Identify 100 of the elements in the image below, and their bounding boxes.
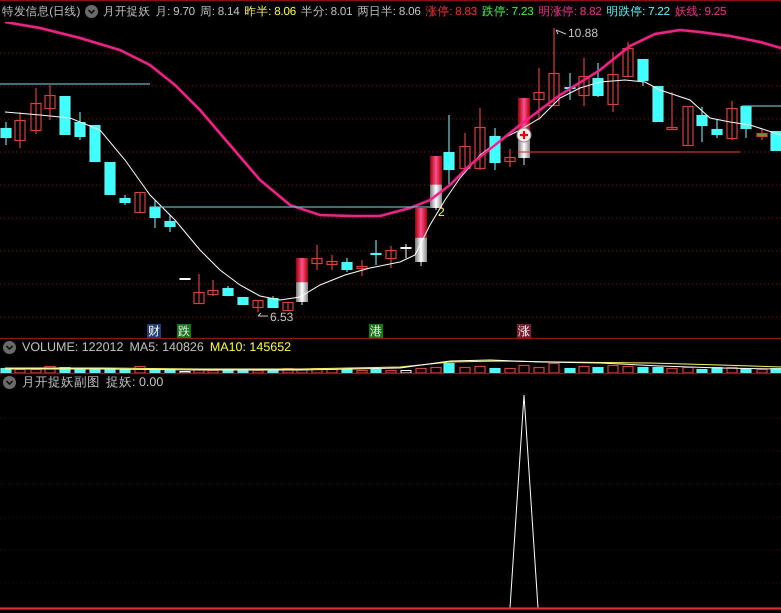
volume-bar [696,369,708,373]
indicator-reading: 明跌停: 7.22 [606,4,670,19]
indicator-reading: 跌停: 7.23 [482,4,534,19]
volume-bar [518,365,530,373]
chart-title: 特发信息(日线) [2,4,80,19]
event-tag[interactable]: 港 [369,324,383,338]
event-tag[interactable]: 跌 [177,324,191,338]
volume-bar [726,367,738,373]
volume-bar [120,369,130,373]
volume-bar [652,367,664,373]
volume-bar [150,369,160,373]
candlestick [415,208,427,266]
candlestick [120,194,130,206]
high-price-label: 10.88 [568,27,598,40]
candlestick [592,62,604,98]
volume-bar [74,369,86,373]
volume-bar [312,368,322,373]
volume-bar [134,366,146,373]
candlestick [60,96,70,136]
volume-bar [222,370,234,373]
volume-bar [770,368,781,373]
volume-reading: MA10: 145652 [210,340,292,354]
candlestick [460,132,470,170]
candlestick [652,86,664,122]
candlestick [74,112,86,140]
volume-bar [460,367,470,373]
volume-bar [268,370,278,373]
candlestick [370,240,382,266]
volume-bar [238,369,248,373]
volume-bar [44,366,56,373]
candlestick [386,246,396,268]
indicator-reading: 两日半: 8.06 [357,4,421,19]
candlestick [282,302,294,311]
volume-bar [14,369,26,373]
volume-bar [578,366,590,373]
candlestick [712,120,722,138]
volume-reading: MA5: 140826 [129,340,204,354]
indicator-reading: 妖线: 9.25 [674,4,726,19]
volume-bar [326,369,338,373]
indicator-reading: 月: 9.70 [155,4,195,19]
candlestick [770,130,781,152]
candlestick [164,214,176,232]
candlestick [756,128,768,140]
candlestick [534,68,544,120]
signal-label: 2 [438,206,445,219]
candlestick [696,106,708,142]
volume-bar [104,368,116,373]
candlestick [564,72,576,100]
candlestick [608,52,618,112]
indicator-reading: 昨半: 8.06 [244,4,296,19]
volume-bar [564,368,576,373]
volume-bar [444,363,454,373]
candlestick [14,112,26,148]
candlestick [44,84,56,120]
candlestick [356,260,368,276]
dropdown-icon[interactable] [85,5,98,18]
volume-bar [90,369,100,373]
volume-bar [592,367,604,373]
candlestick [474,108,486,170]
candlestick [194,274,204,304]
candlestick [0,122,12,146]
candlestick [238,296,248,306]
volume-bar [400,370,412,373]
candlestick [268,296,278,308]
candlestick [134,192,146,213]
volume-bar [608,365,618,373]
candlestick [208,280,218,296]
candlestick [666,92,678,130]
candlestick [342,258,352,272]
volume-bar [30,369,42,373]
volume-bar [430,367,442,373]
candlestick [252,300,264,312]
candlestick [504,148,516,168]
volume-bar [682,367,694,373]
low-price-label: 6.53 [270,311,294,324]
volume-bar [490,368,500,373]
volume-bar [474,366,486,373]
volume-bar [164,369,176,373]
volume-bar [386,370,396,373]
volume-bar [194,369,204,373]
event-tag[interactable]: 财 [147,324,161,338]
volume-bar [666,368,678,373]
volume-bar [548,363,560,373]
candlestick [222,286,234,296]
event-tag[interactable]: 涨 [517,324,531,338]
dropdown-icon[interactable] [3,376,16,388]
plus-circle-icon [516,128,532,142]
candlestick [400,244,412,258]
subchart-title: 月开捉妖副图 [22,374,100,390]
pointer-arrow-icon [258,312,268,316]
candlestick [104,162,116,196]
indicator-name: 月开捉妖 [103,4,150,19]
candlestick [180,278,190,280]
candlestick [578,58,590,106]
candlestick [682,106,694,146]
volume-bar [208,370,218,373]
candlestick [726,100,738,140]
candlestick [312,244,322,270]
candlestick [30,88,42,134]
dropdown-icon[interactable] [3,340,16,354]
